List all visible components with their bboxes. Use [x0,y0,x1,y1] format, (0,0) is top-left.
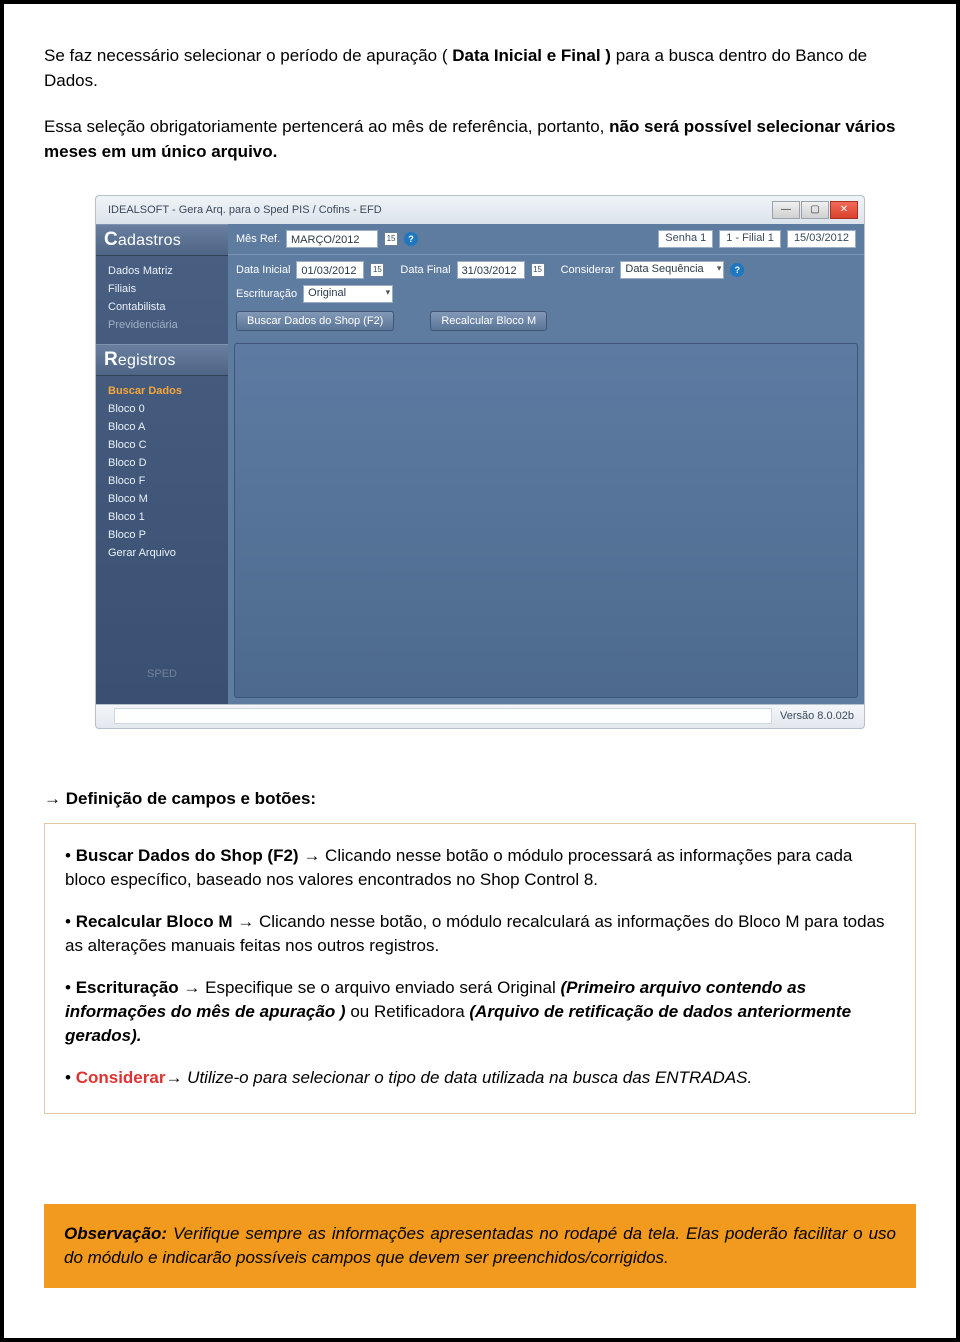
definition-term: Recalcular Bloco M [76,912,233,931]
header-row-3: Escrituração Original [228,285,864,309]
section-head-rest: adastros [118,232,181,249]
definition-term: Escrituração [76,978,179,997]
text-bold: Data Inicial e Final ) [452,46,611,65]
text: Essa seleção obrigatoriamente pertencerá… [44,117,609,136]
mes-ref-label: Mês Ref. [236,233,280,245]
maximize-button[interactable]: ▢ [801,201,829,219]
sidebar-item-bloco-p[interactable]: Bloco P [106,526,222,544]
definitions-heading-text: Definição de campos e botões: [66,789,316,808]
main-pane: Mês Ref. MARÇO/2012 15 ? Senha 1 1 - Fil… [228,224,864,704]
help-icon[interactable]: ? [730,263,744,277]
data-inicial-input[interactable]: 01/03/2012 [296,261,364,279]
observation-lead: Observação: [64,1224,167,1243]
definition-text: → Especifique se o arquivo enviado será … [179,978,561,997]
data-final-input[interactable]: 31/03/2012 [457,261,525,279]
sidebar: Cadastros Dados Matriz Filiais Contabili… [96,224,228,704]
date-chip: 15/03/2012 [787,230,856,248]
data-inicial-label: Data Inicial [236,264,290,276]
sidebar-item-dados-matriz[interactable]: Dados Matriz [106,262,222,280]
sidebar-item-bloco-0[interactable]: Bloco 0 [106,400,222,418]
sidebar-section-cadastros: Cadastros [96,224,228,256]
header-row-2: Data Inicial 01/03/2012 15 Data Final 31… [228,254,864,285]
senha-chip: Senha 1 [658,230,713,248]
sidebar-item-bloco-1[interactable]: Bloco 1 [106,508,222,526]
sidebar-item-bloco-m[interactable]: Bloco M [106,490,222,508]
calendar-icon[interactable]: 15 [370,263,384,277]
definition-item: • Buscar Dados do Shop (F2) → Clicando n… [65,844,895,892]
calendar-icon[interactable]: 15 [384,232,398,246]
sidebar-item-filiais[interactable]: Filiais [106,280,222,298]
close-button[interactable]: ✕ [830,201,858,219]
observation-box: Observação: Verifique sempre as informaç… [44,1204,916,1288]
section-head-letter: C [104,229,118,250]
section-head-letter: R [104,349,118,370]
sidebar-cadastros-items: Dados Matriz Filiais Contabilista Previd… [96,256,228,344]
header-row-buttons: Buscar Dados do Shop (F2) Recalcular Blo… [228,309,864,337]
definition-item: • Recalcular Bloco M → Clicando nesse bo… [65,910,895,958]
definition-item: • Escrituração → Especifique se o arquiv… [65,976,895,1048]
filial-chip: 1 - Filial 1 [719,230,781,248]
escrituracao-select[interactable]: Original [303,285,393,303]
definition-term-red: Considerar [76,1068,166,1087]
sidebar-item-buscar-dados[interactable]: Buscar Dados [106,382,222,400]
sidebar-item-bloco-c[interactable]: Bloco C [106,436,222,454]
statusbar: Versão 8.0.02b [96,704,864,728]
escrituracao-label: Escrituração [236,288,297,300]
content-area [234,343,858,698]
text: Se faz necessário selecionar o período d… [44,46,452,65]
sidebar-item-bloco-d[interactable]: Bloco D [106,454,222,472]
calendar-icon[interactable]: 15 [531,263,545,277]
definition-term: Buscar Dados do Shop (F2) [76,846,299,865]
definition-text-italic: → Utilize-o para selecionar o tipo de da… [165,1068,752,1087]
mes-ref-value[interactable]: MARÇO/2012 [286,230,378,248]
titlebar: IDEALSOFT - Gera Arq. para o Sped PIS / … [96,196,864,224]
app-window: IDEALSOFT - Gera Arq. para o Sped PIS / … [95,195,865,729]
window-controls: — ▢ ✕ [772,201,858,219]
window-title: IDEALSOFT - Gera Arq. para o Sped PIS / … [108,204,382,216]
header-info-group: Senha 1 1 - Filial 1 15/03/2012 [658,230,856,248]
considerar-label: Considerar [561,264,615,276]
minimize-button[interactable]: — [772,201,800,219]
recalcular-bloco-m-button[interactable]: Recalcular Bloco M [430,311,547,331]
definitions-box: • Buscar Dados do Shop (F2) → Clicando n… [44,823,916,1114]
considerar-select[interactable]: Data Sequência [620,261,724,279]
sidebar-item-gerar-arquivo[interactable]: Gerar Arquivo [106,544,222,562]
status-field [114,708,772,724]
sidebar-item-bloco-a[interactable]: Bloco A [106,418,222,436]
version-label: Versão 8.0.02b [780,710,854,722]
sidebar-item-previdenciaria[interactable]: Previdenciária [106,316,222,334]
intro-paragraph-2: Essa seleção obrigatoriamente pertencerá… [44,115,916,164]
sped-logo-text: SPED [147,668,177,680]
sidebar-item-contabilista[interactable]: Contabilista [106,298,222,316]
sidebar-item-bloco-f[interactable]: Bloco F [106,472,222,490]
section-head-rest: egistros [118,352,176,369]
document-page: Se faz necessário selecionar o período d… [0,0,960,1342]
sidebar-section-registros: Registros [96,344,228,376]
definition-text: ou Retificadora [346,1002,470,1021]
data-final-label: Data Final [400,264,450,276]
help-icon[interactable]: ? [404,232,418,246]
buscar-dados-button[interactable]: Buscar Dados do Shop (F2) [236,311,394,331]
sped-logo: SPED [96,644,228,704]
sidebar-registros-items: Buscar Dados Bloco 0 Bloco A Bloco C Blo… [96,376,228,572]
app-body: Cadastros Dados Matriz Filiais Contabili… [96,224,864,704]
definitions-heading: → Definição de campos e botões: [44,789,916,809]
header-row-1: Mês Ref. MARÇO/2012 15 ? Senha 1 1 - Fil… [228,224,864,254]
definition-item: • Considerar→ Utilize-o para selecionar … [65,1066,895,1090]
observation-text: Verifique sempre as informações apresent… [64,1224,896,1267]
intro-paragraph-1: Se faz necessário selecionar o período d… [44,44,916,93]
arrow-icon: → [44,789,66,808]
